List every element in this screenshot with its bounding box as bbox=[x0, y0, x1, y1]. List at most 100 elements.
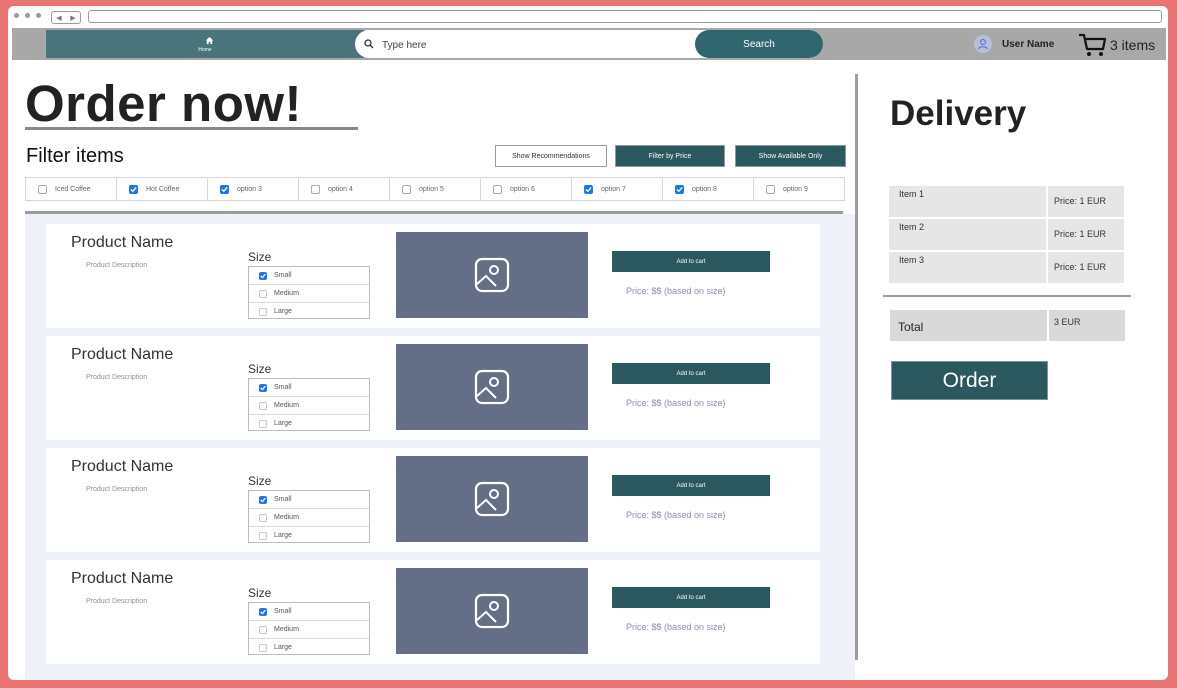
delivery-item-price: Price: 1 EUR bbox=[1054, 229, 1107, 239]
size-option[interactable]: Large bbox=[249, 415, 369, 432]
checkbox-icon[interactable] bbox=[259, 307, 267, 316]
add-to-cart-button[interactable]: Add to cart bbox=[612, 363, 770, 384]
size-option[interactable]: Small bbox=[249, 603, 369, 621]
checkbox-icon[interactable] bbox=[259, 419, 267, 428]
checkbox-icon[interactable] bbox=[259, 289, 267, 298]
user-icon bbox=[974, 35, 992, 53]
delivery-title: Delivery bbox=[890, 94, 1027, 133]
product-name: Product Name bbox=[71, 570, 174, 587]
checkbox-icon[interactable] bbox=[259, 271, 267, 280]
image-placeholder-icon bbox=[474, 593, 510, 629]
size-option[interactable]: Medium bbox=[249, 621, 369, 639]
filter-option[interactable]: Iced Coffee bbox=[26, 178, 117, 200]
checkbox-icon[interactable] bbox=[766, 184, 775, 194]
filter-option[interactable]: option 7 bbox=[572, 178, 663, 200]
size-selector: Small Medium Large bbox=[248, 266, 370, 319]
add-to-cart-button[interactable]: Add to cart bbox=[612, 475, 770, 496]
size-option-label: Medium bbox=[274, 514, 299, 521]
filter-option[interactable]: option 3 bbox=[208, 178, 299, 200]
checkbox-icon[interactable] bbox=[259, 383, 267, 392]
checkbox-icon[interactable] bbox=[675, 184, 684, 194]
add-to-cart-button[interactable]: Add to cart bbox=[612, 251, 770, 272]
window-dot-icon[interactable] bbox=[14, 13, 19, 18]
check-icon bbox=[260, 273, 266, 278]
size-option[interactable]: Medium bbox=[249, 285, 369, 303]
size-selector: Small Medium Large bbox=[248, 490, 370, 543]
checkbox-icon[interactable] bbox=[259, 495, 267, 504]
size-option[interactable]: Small bbox=[249, 267, 369, 285]
checkbox-icon[interactable] bbox=[402, 184, 411, 194]
summary-divider bbox=[883, 295, 1131, 297]
product-description: Product Description bbox=[86, 486, 148, 493]
size-option-label: Large bbox=[274, 420, 292, 427]
size-option[interactable]: Medium bbox=[249, 397, 369, 415]
show-available-only-button[interactable]: Show Available Only bbox=[735, 145, 846, 167]
page-title: Order now! bbox=[25, 75, 303, 132]
filter-option[interactable]: option 6 bbox=[481, 178, 572, 200]
checkbox-icon[interactable] bbox=[259, 531, 267, 540]
back-arrow-icon[interactable]: ◀ bbox=[56, 14, 61, 22]
filter-option[interactable]: option 4 bbox=[299, 178, 390, 200]
product-description: Product Description bbox=[86, 262, 148, 269]
product-name: Product Name bbox=[71, 346, 174, 363]
filter-option[interactable]: option 9 bbox=[754, 178, 844, 200]
check-icon bbox=[260, 497, 266, 502]
forward-arrow-icon[interactable]: ▶ bbox=[70, 14, 75, 22]
cart-button[interactable]: 3 items bbox=[1078, 32, 1155, 58]
size-option-label: Small bbox=[274, 608, 292, 615]
search-input[interactable] bbox=[380, 36, 684, 54]
checkbox-icon[interactable] bbox=[311, 184, 320, 194]
window-dot-icon[interactable] bbox=[25, 13, 30, 18]
checkbox-icon[interactable] bbox=[259, 513, 267, 522]
filter-option[interactable]: option 8 bbox=[663, 178, 754, 200]
size-option[interactable]: Small bbox=[249, 491, 369, 509]
size-option[interactable]: Large bbox=[249, 639, 369, 656]
checkbox-icon[interactable] bbox=[259, 643, 267, 652]
checkbox-icon[interactable] bbox=[259, 607, 267, 616]
filter-option-label: option 6 bbox=[510, 185, 535, 193]
product-price: Price: $$ (based on size) bbox=[626, 398, 726, 408]
size-option[interactable]: Large bbox=[249, 527, 369, 544]
size-option[interactable]: Small bbox=[249, 379, 369, 397]
add-to-cart-button[interactable]: Add to cart bbox=[612, 587, 770, 608]
home-label: Home bbox=[198, 47, 212, 53]
product-image bbox=[396, 456, 588, 542]
filter-option-label: option 7 bbox=[601, 185, 626, 193]
panel-divider bbox=[855, 74, 858, 660]
delivery-item-price: Price: 1 EUR bbox=[1054, 262, 1107, 272]
filter-by-price-button[interactable]: Filter by Price bbox=[615, 145, 725, 167]
url-bar[interactable] bbox=[88, 10, 1162, 23]
checkbox-icon[interactable] bbox=[259, 401, 267, 410]
check-icon bbox=[676, 186, 683, 192]
filter-option[interactable]: option 5 bbox=[390, 178, 481, 200]
search-bar[interactable]: Search bbox=[355, 30, 823, 58]
product-price: Price: $$ (based on size) bbox=[626, 286, 726, 296]
checkbox-icon[interactable] bbox=[259, 625, 267, 634]
checkbox-icon[interactable] bbox=[129, 184, 138, 194]
user-name: User Name bbox=[1002, 38, 1055, 50]
filter-option-label: option 4 bbox=[328, 185, 353, 193]
show-recommendations-button[interactable]: Show Recommendations bbox=[495, 145, 607, 167]
history-arrows[interactable]: ◀ ▶ bbox=[51, 11, 81, 24]
size-label: Size bbox=[248, 250, 272, 264]
size-option[interactable]: Large bbox=[249, 303, 369, 320]
delivery-item: Item 3 Price: 1 EUR bbox=[889, 252, 1124, 283]
item-separator bbox=[1046, 252, 1048, 283]
size-label: Size bbox=[248, 362, 272, 376]
checkbox-icon[interactable] bbox=[38, 184, 47, 194]
home-button[interactable]: Home bbox=[46, 30, 364, 58]
image-placeholder-icon bbox=[474, 369, 510, 405]
window-dot-icon[interactable] bbox=[36, 13, 41, 18]
checkbox-icon[interactable] bbox=[584, 184, 593, 194]
size-option-label: Large bbox=[274, 532, 292, 539]
user-menu[interactable]: User Name bbox=[974, 35, 1054, 53]
search-button[interactable]: Search bbox=[695, 30, 823, 58]
checkbox-icon[interactable] bbox=[220, 184, 229, 194]
checkbox-icon[interactable] bbox=[493, 184, 502, 194]
filter-option[interactable]: Hot Coffee bbox=[117, 178, 208, 200]
total-row: Total 3 EUR bbox=[890, 310, 1125, 341]
filter-option-label: Hot Coffee bbox=[146, 185, 180, 193]
size-option[interactable]: Medium bbox=[249, 509, 369, 527]
order-button[interactable]: Order bbox=[891, 361, 1048, 400]
home-icon bbox=[205, 36, 214, 45]
